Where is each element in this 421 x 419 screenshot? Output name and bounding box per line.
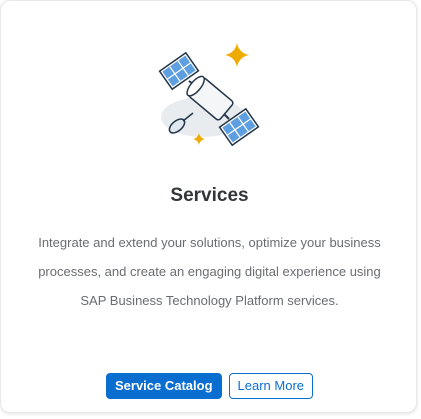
- services-card: Services Integrate and extend your solut…: [0, 0, 417, 413]
- description-line: SAP Business Technology Platform service…: [80, 293, 339, 308]
- card-title: Services: [170, 185, 249, 206]
- description-line: Integrate and extend your solutions, opt…: [38, 235, 381, 250]
- service-catalog-button[interactable]: Service Catalog: [105, 373, 222, 399]
- card-description: Integrate and extend your solutions, opt…: [21, 228, 398, 315]
- learn-more-button[interactable]: Learn More: [228, 373, 314, 399]
- card-actions: Service Catalog Learn More: [1, 373, 418, 399]
- description-line: processes, and create an engaging digita…: [38, 264, 381, 279]
- satellite-icon: [158, 43, 260, 147]
